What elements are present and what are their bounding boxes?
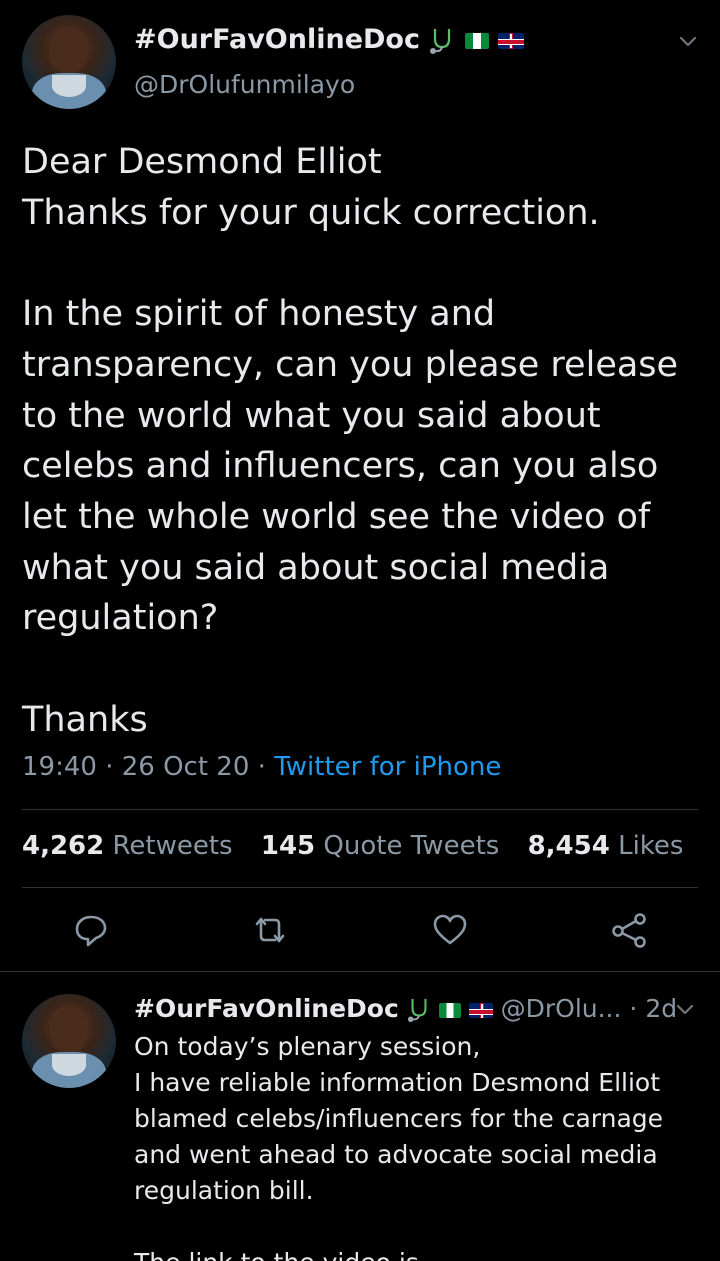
reply-icon[interactable] xyxy=(69,908,113,952)
stethoscope-icon xyxy=(430,28,451,54)
handle[interactable]: @DrOlu... xyxy=(501,994,622,1023)
avatar-scrubs xyxy=(52,75,86,97)
nigeria-flag xyxy=(464,32,489,49)
reply-text: On today’s plenary session, I have relia… xyxy=(134,1032,664,1261)
meta-separator: · xyxy=(257,752,266,782)
quote-tweets-count[interactable]: 145 xyxy=(261,831,315,861)
avatar[interactable] xyxy=(22,15,116,109)
stethoscope-icon xyxy=(407,998,427,1022)
likes-count[interactable]: 8,454 xyxy=(528,831,610,861)
meta-separator: · xyxy=(105,752,114,782)
tweet-text: Dear Desmond Elliot Thanks for your quic… xyxy=(22,142,679,740)
retweets-count[interactable]: 4,262 xyxy=(22,831,104,861)
heart-icon[interactable] xyxy=(428,908,472,952)
tweet-date: 26 Oct 20 xyxy=(121,752,250,782)
uk-flag xyxy=(468,1002,493,1018)
avatar-scrubs xyxy=(52,1054,86,1076)
avatar[interactable] xyxy=(22,994,116,1088)
display-name-row[interactable]: #OurFavOnlineDoc xyxy=(134,24,525,55)
tweet-age: 2d xyxy=(645,994,678,1023)
display-name[interactable]: #OurFavOnlineDoc xyxy=(134,994,399,1023)
quote-tweets-label[interactable]: Quote Tweets xyxy=(323,831,499,861)
divider xyxy=(22,887,698,888)
display-name[interactable]: #OurFavOnlineDoc xyxy=(134,24,420,55)
handle[interactable]: @DrOlufunmilayo xyxy=(134,70,355,99)
likes-label[interactable]: Likes xyxy=(618,831,683,861)
tweet-stats: 4,262 Retweets 145 Quote Tweets 8,454 Li… xyxy=(22,831,703,861)
chevron-down-icon[interactable] xyxy=(677,30,699,52)
action-bar xyxy=(0,908,720,954)
share-icon[interactable] xyxy=(607,908,651,952)
retweets-label[interactable]: Retweets xyxy=(113,831,233,861)
uk-flag xyxy=(498,32,525,49)
nigeria-flag xyxy=(438,1002,461,1018)
reply-header: #OurFavOnlineDoc @DrOlu... · 2d xyxy=(134,994,677,1023)
meta-separator: · xyxy=(629,994,638,1023)
chevron-down-icon[interactable] xyxy=(674,998,696,1020)
avatar-face xyxy=(50,1006,88,1052)
retweet-icon[interactable] xyxy=(248,908,292,952)
tweet-time: 19:40 xyxy=(22,752,97,782)
avatar-face xyxy=(50,27,88,73)
divider xyxy=(22,809,698,810)
tweet-meta: 19:40 · 26 Oct 20 · Twitter for iPhone xyxy=(22,752,501,782)
main-tweet: #OurFavOnlineDoc @DrOlufunmilayo Dear De… xyxy=(0,0,720,972)
tweet-source-link[interactable]: Twitter for iPhone xyxy=(274,752,501,782)
